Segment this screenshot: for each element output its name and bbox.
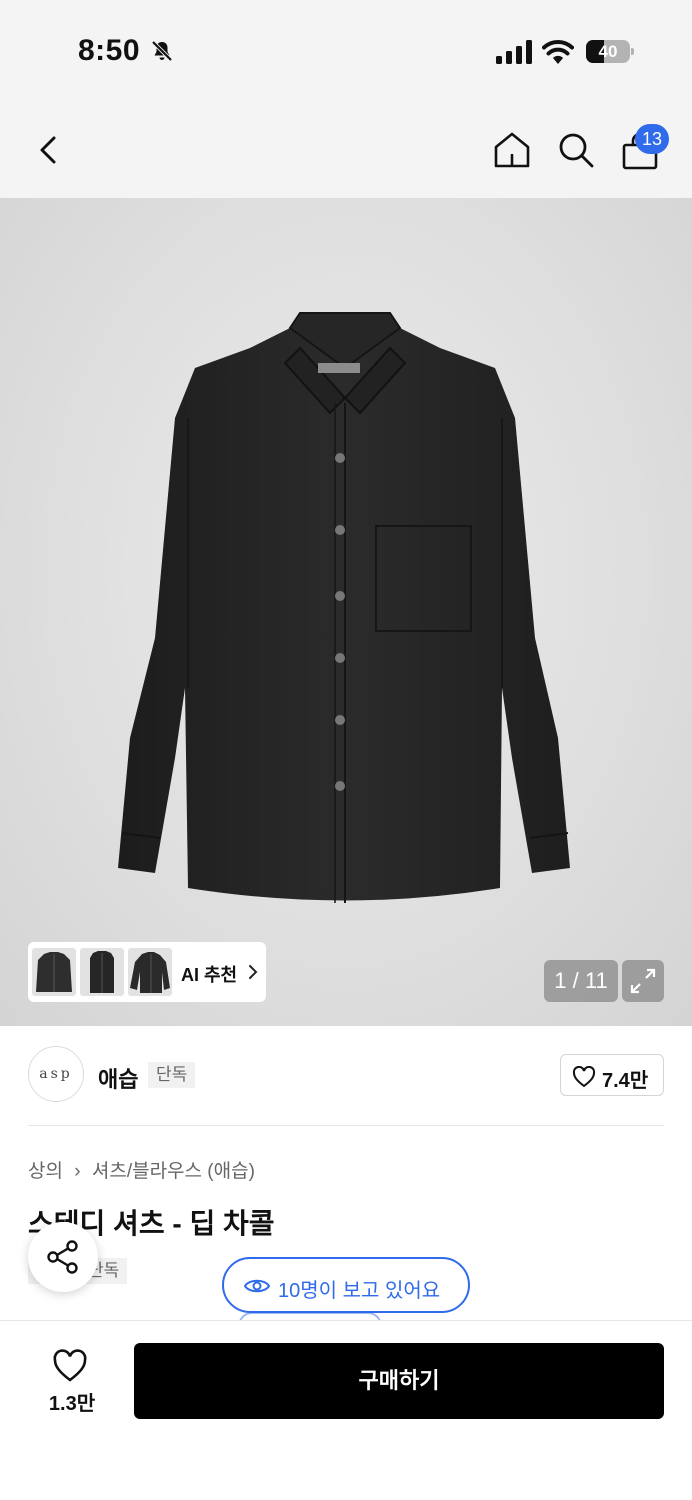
expand-image-button[interactable]: [622, 960, 664, 1002]
search-icon[interactable]: [556, 130, 596, 170]
eye-icon: [244, 1279, 270, 1293]
top-navigation: 13: [0, 100, 692, 198]
wishlist-count: 1.3만: [48, 1393, 96, 1415]
share-button[interactable]: [28, 1222, 98, 1292]
shirt-thumbnail-2[interactable]: [80, 948, 124, 996]
back-icon[interactable]: [32, 130, 68, 170]
brand-like-button[interactable]: 7.4만: [560, 1054, 664, 1096]
viewers-indicator: 10명이 보고 있어요: [222, 1257, 470, 1313]
brand-exclusive-tag: 단독: [148, 1062, 196, 1088]
breadcrumb: 상의 › 셔츠/블라우스 (애습): [28, 1156, 255, 1183]
cellular-signal-icon: [496, 40, 532, 64]
expand-icon: [630, 968, 656, 994]
image-counter: 1 / 11: [544, 960, 618, 1002]
status-time: 8:50: [78, 34, 141, 67]
breadcrumb-subcategory[interactable]: 셔츠/블라우스 (애습): [92, 1156, 255, 1183]
shirt-thumbnail-1[interactable]: [32, 948, 76, 996]
product-image-gallery[interactable]: AI 추천 1 / 11: [0, 198, 692, 1026]
brand-row: asp 애습 단독 7.4만: [0, 1026, 692, 1126]
divider: [28, 1125, 664, 1126]
bottom-action-bar: 1.3만 구매하기: [0, 1320, 692, 1500]
cart-count-badge: 13: [635, 124, 669, 154]
bell-off-icon: [151, 40, 173, 62]
battery-body: 40: [586, 40, 630, 63]
battery-tip: [631, 48, 634, 55]
buy-button[interactable]: 구매하기: [134, 1343, 664, 1419]
brand-like-count: 7.4만: [602, 1070, 649, 1092]
battery-level: 40: [598, 42, 618, 61]
home-icon[interactable]: [492, 130, 532, 170]
brand-logo[interactable]: asp: [28, 1046, 84, 1102]
share-icon: [47, 1240, 78, 1274]
wifi-icon: [542, 40, 574, 64]
ai-recommendation-strip[interactable]: AI 추천: [28, 942, 266, 1002]
battery-icon: 40: [586, 40, 634, 63]
ai-recommendation-label: AI 추천: [181, 965, 238, 985]
chevron-right-icon: ›: [74, 1161, 81, 1182]
chevron-right-icon: [249, 965, 258, 979]
heart-icon: [572, 1066, 596, 1088]
shirt-thumbnail-3[interactable]: [128, 948, 172, 996]
viewers-text: 10명이 보고 있어요: [278, 1280, 441, 1302]
status-bar: 8:50 40: [0, 0, 692, 100]
brand-name[interactable]: 애습: [98, 1062, 138, 1094]
breadcrumb-category[interactable]: 상의: [28, 1156, 63, 1183]
heart-icon[interactable]: [52, 1349, 88, 1383]
product-shirt-image: [118, 312, 570, 903]
